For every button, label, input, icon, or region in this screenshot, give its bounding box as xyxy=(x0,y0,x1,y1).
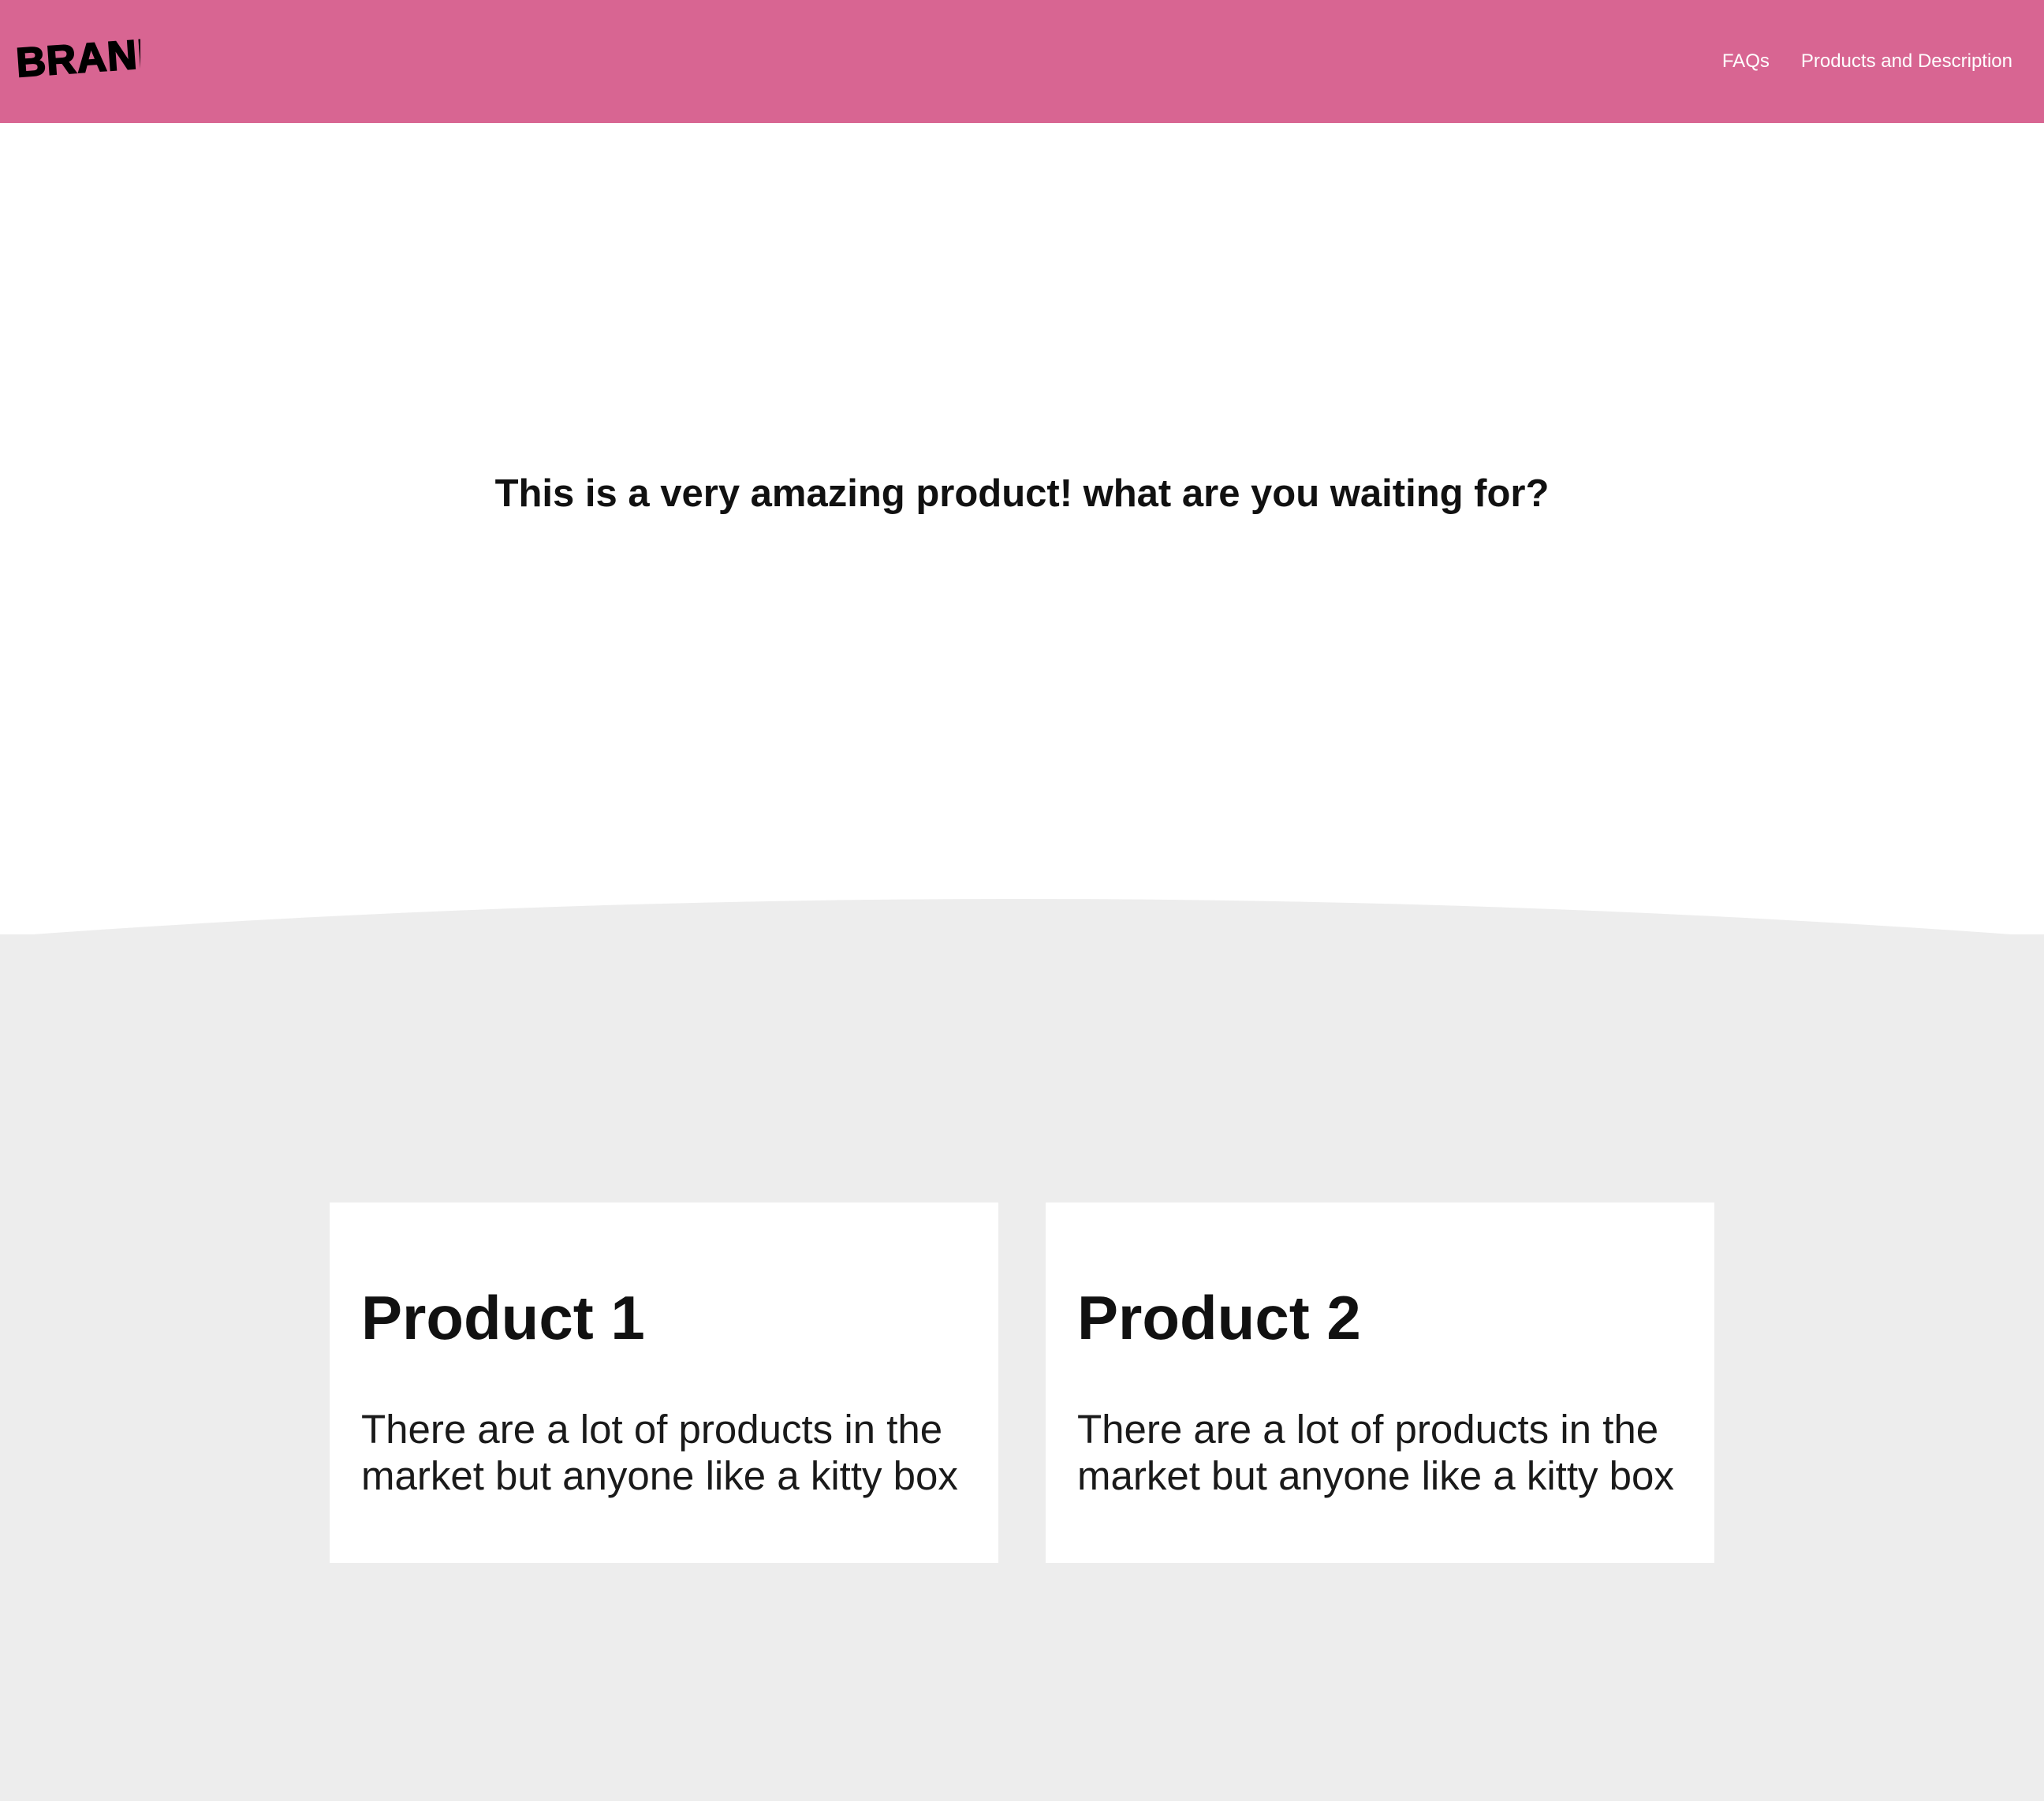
nav-link-faqs[interactable]: FAQs xyxy=(1722,49,1770,74)
svg-text:BRAND: BRAND xyxy=(15,30,140,86)
product-card: Product 1 There are a lot of products in… xyxy=(330,1203,998,1563)
product-description: There are a lot of products in the marke… xyxy=(1077,1407,1674,1498)
product-title: Product 1 xyxy=(361,1283,645,1352)
hero-section: This is a very amazing product! what are… xyxy=(0,123,2044,912)
nav-link-products-and-description[interactable]: Products and Description xyxy=(1801,49,2012,74)
site-header: BRAND FAQs Products and Description xyxy=(0,0,2044,123)
product-card: Product 2 There are a lot of products in… xyxy=(1046,1203,1714,1563)
hero-title: This is a very amazing product! what are… xyxy=(494,472,1550,515)
products-section: Product 1 There are a lot of products in… xyxy=(0,934,2044,1801)
section-curve-divider xyxy=(0,899,2044,946)
product-title: Product 2 xyxy=(1077,1283,1361,1352)
product-description: There are a lot of products in the marke… xyxy=(361,1407,958,1498)
main-nav: FAQs Products and Description xyxy=(1722,49,2012,74)
brand-logo-mark: BRAND xyxy=(14,29,140,87)
brand-logo[interactable]: BRAND xyxy=(14,24,140,87)
